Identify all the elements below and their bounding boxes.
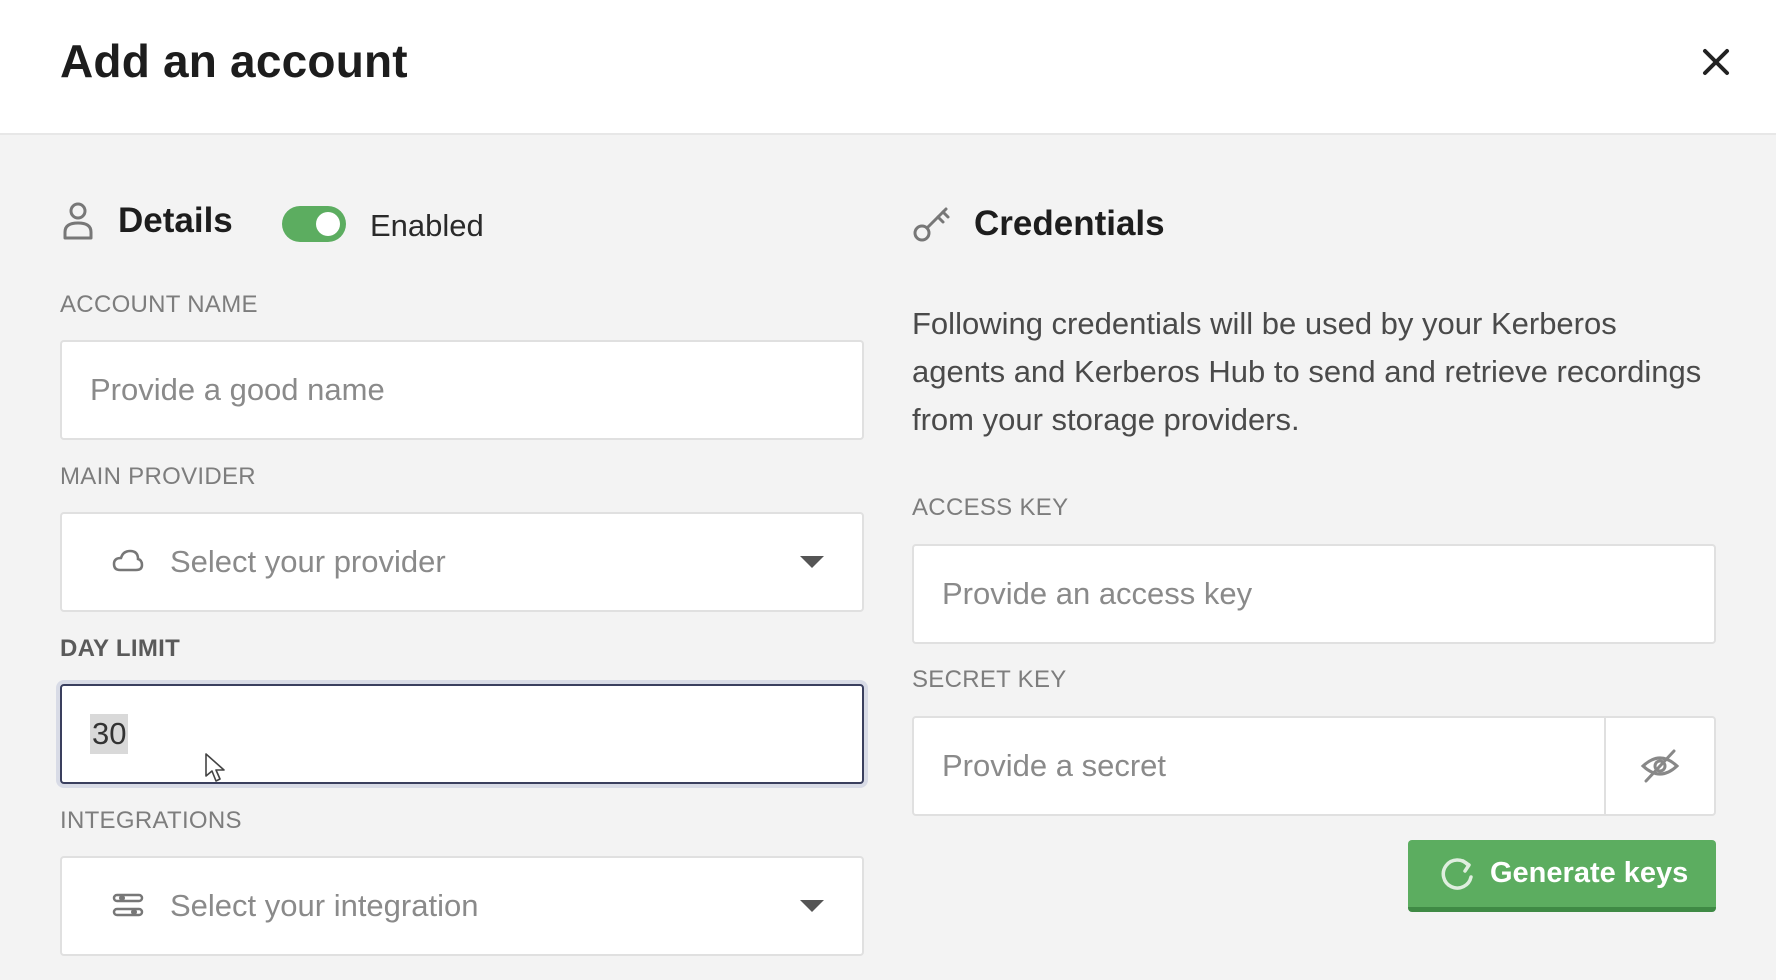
generate-keys-label: Generate keys: [1490, 857, 1689, 889]
refresh-icon: [1441, 857, 1473, 890]
integrations-label: INTEGRATIONS: [60, 807, 242, 834]
integrations-select[interactable]: Select your integration: [60, 856, 864, 956]
close-button[interactable]: [1696, 42, 1736, 82]
eye-slash-icon: [1640, 749, 1680, 783]
main-provider-label: MAIN PROVIDER: [60, 463, 256, 490]
toggle-secret-visibility-button[interactable]: [1604, 718, 1714, 814]
key-icon: [913, 207, 950, 242]
access-key-field: [912, 544, 1716, 644]
main-provider-select[interactable]: Select your provider: [60, 512, 864, 612]
details-header: Details: [60, 200, 233, 242]
integration-icon: [112, 893, 144, 917]
toggle-knob: [316, 212, 340, 236]
integrations-value: Select your integration: [170, 888, 479, 923]
secret-key-label: SECRET KEY: [912, 666, 1067, 693]
credentials-header: Credentials: [912, 204, 1165, 244]
toggle-label: Enabled: [370, 208, 484, 243]
credentials-description: Following credentials will be used by yo…: [912, 306, 1702, 437]
chevron-down-icon: [800, 900, 824, 912]
day-limit-label: DAY LIMIT: [60, 635, 181, 662]
account-name-field: [60, 340, 864, 440]
secret-key-field: [912, 716, 1716, 816]
enabled-toggle[interactable]: [282, 206, 346, 242]
day-limit-value: 30: [90, 714, 129, 754]
access-key-label: ACCESS KEY: [912, 494, 1069, 521]
credentials-title: Credentials: [974, 204, 1165, 243]
main-provider-value: Select your provider: [170, 544, 446, 579]
day-limit-field[interactable]: 30: [60, 684, 864, 784]
account-name-input[interactable]: [62, 342, 862, 438]
user-icon: [63, 202, 93, 240]
account-name-label: ACCOUNT NAME: [60, 291, 258, 318]
chevron-down-icon: [800, 556, 824, 568]
cloud-icon: [112, 549, 144, 572]
details-title: Details: [118, 201, 233, 240]
dialog-title: Add an account: [60, 35, 408, 87]
generate-keys-button[interactable]: Generate keys: [1408, 840, 1716, 912]
secret-key-input[interactable]: [914, 718, 1604, 814]
close-icon: [1703, 49, 1729, 75]
access-key-input[interactable]: [914, 546, 1714, 642]
dialog-header: Add an account: [0, 0, 1776, 135]
mouse-cursor-icon: [205, 753, 225, 782]
